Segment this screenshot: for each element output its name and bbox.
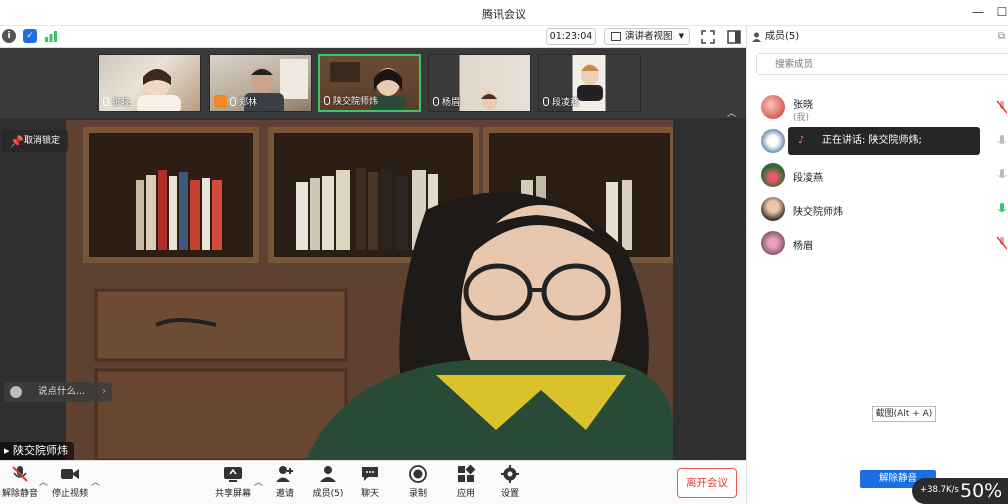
share-screen-button[interactable]: 共享屏幕 bbox=[214, 465, 252, 499]
bottom-toolbar: 解除静音 ︿ 停止视频 ︿ 共享屏幕 ︿ 邀请 成员(5) 聊天 录制 应用 设… bbox=[0, 460, 746, 504]
info-icon[interactable]: i bbox=[2, 29, 16, 43]
video-thumbnail[interactable]: 郑林 bbox=[209, 54, 312, 112]
chevron-up-icon[interactable]: ︿ bbox=[39, 475, 48, 488]
member-item[interactable]: 陕交院师炜 bbox=[747, 194, 1008, 224]
leave-meeting-button[interactable]: 离开会议 bbox=[677, 468, 737, 498]
members-panel-header: 成员(5) ⧉ bbox=[747, 26, 1008, 48]
emoji-icon[interactable] bbox=[10, 386, 22, 398]
mic-active-icon[interactable] bbox=[997, 202, 1007, 216]
network-badge: +38.7K/s 50% bbox=[912, 478, 1008, 504]
member-item[interactable]: 张晓 (我) bbox=[747, 92, 1008, 123]
view-mode-select[interactable]: 演讲者视图 ▼ bbox=[604, 28, 690, 45]
shield-icon[interactable]: ✓ bbox=[23, 29, 37, 43]
window-title: 腾讯会议 bbox=[482, 8, 526, 21]
gear-icon bbox=[501, 465, 519, 483]
stop-video-button[interactable]: 停止视频 bbox=[50, 465, 90, 499]
camera-icon bbox=[61, 469, 79, 479]
speaking-tooltip: ♪ 正在讲话: 陕交院师炜; bbox=[788, 127, 980, 155]
host-badge-icon bbox=[214, 95, 227, 108]
thumbnail-label: 郑林 bbox=[214, 95, 257, 108]
mic-icon bbox=[543, 97, 549, 106]
app-window: 腾讯会议 — ☐ i ✓ 01:23:04 演讲者视图 ▼ 张晓 郑林 陕交院师… bbox=[0, 0, 1008, 504]
mic-muted-icon[interactable] bbox=[997, 236, 1007, 250]
members-button[interactable]: 成员(5) bbox=[310, 465, 346, 499]
mic-muted-icon bbox=[433, 97, 439, 106]
title-bar: 腾讯会议 — ☐ bbox=[0, 0, 1008, 26]
members-icon bbox=[320, 466, 336, 482]
chat-button[interactable]: 聊天 bbox=[356, 465, 384, 499]
invite-button[interactable]: 邀请 bbox=[270, 465, 300, 499]
main-speaker-video bbox=[66, 120, 673, 460]
chat-icon bbox=[362, 467, 378, 481]
video-thumbnail[interactable]: 段凌燕 bbox=[538, 54, 641, 112]
popout-icon[interactable]: ⧉ bbox=[998, 26, 1005, 48]
signal-icon[interactable] bbox=[44, 29, 58, 43]
maximize-icon[interactable]: ☐ bbox=[994, 4, 1008, 20]
thumbnail-label: 杨眉 bbox=[433, 95, 460, 108]
mic-muted-icon[interactable] bbox=[997, 100, 1007, 114]
members-panel: 成员(5) ⧉ 张晓 (我) 段凌燕 陕交院师炜 杨眉 bbox=[746, 26, 1008, 504]
mic-icon: ▸ bbox=[4, 444, 10, 457]
avatar bbox=[761, 95, 785, 119]
status-bar: i ✓ 01:23:04 演讲者视图 ▼ bbox=[0, 26, 746, 48]
avatar bbox=[761, 197, 785, 221]
speaker-video-frame bbox=[66, 120, 673, 460]
add-user-icon bbox=[276, 466, 293, 482]
mic-icon bbox=[324, 96, 330, 105]
view-mode-label: 演讲者视图 bbox=[625, 31, 673, 42]
mic-icon[interactable] bbox=[997, 168, 1007, 182]
network-percent: 50% bbox=[960, 480, 1003, 502]
collapse-strip-icon[interactable]: ︿ bbox=[727, 106, 736, 119]
user-icon bbox=[752, 32, 761, 42]
apps-icon bbox=[458, 465, 476, 482]
mic-icon bbox=[230, 97, 236, 106]
avatar bbox=[761, 129, 785, 153]
record-button[interactable]: 录制 bbox=[404, 465, 432, 499]
sidebar-toggle-icon[interactable] bbox=[726, 29, 742, 45]
thumbnail-label: 张晓 bbox=[103, 95, 130, 108]
pin-icon: 📌 bbox=[10, 135, 24, 148]
mic-icon[interactable] bbox=[997, 134, 1007, 148]
member-item[interactable]: 杨眉 bbox=[747, 228, 1008, 258]
video-thumbnail[interactable]: 杨眉 bbox=[428, 54, 531, 112]
member-search-input[interactable] bbox=[756, 53, 1008, 75]
video-thumbnail[interactable]: 张晓 bbox=[98, 54, 201, 112]
thumbnail-label: 段凌燕 bbox=[543, 95, 579, 108]
chevron-up-icon[interactable]: ︿ bbox=[91, 475, 100, 488]
chevron-up-icon[interactable]: ︿ bbox=[254, 475, 263, 488]
grid-icon bbox=[611, 32, 621, 41]
chat-arrow-icon[interactable]: › bbox=[102, 382, 106, 402]
quick-chat-bar[interactable]: 说点什么... › bbox=[4, 382, 112, 402]
share-screen-icon bbox=[224, 467, 242, 482]
meeting-area: 张晓 郑林 陕交院师炜 杨眉 段凌燕 ︿ 📌 取消锁定 说点什么... › ▸ … bbox=[0, 48, 746, 460]
minimize-icon[interactable]: — bbox=[970, 4, 986, 20]
unlock-button[interactable]: 📌 取消锁定 bbox=[2, 130, 68, 152]
member-item[interactable]: 段凌燕 bbox=[747, 160, 1008, 190]
avatar bbox=[761, 163, 785, 187]
thumbnail-strip: 张晓 郑林 陕交院师炜 杨眉 段凌燕 ︿ bbox=[0, 48, 746, 119]
mic-muted-icon bbox=[103, 97, 109, 106]
settings-button[interactable]: 设置 bbox=[496, 465, 524, 499]
record-icon bbox=[409, 465, 427, 483]
screenshot-hint: 截图(Alt + A) bbox=[872, 406, 936, 422]
network-speed: +38.7K/s bbox=[920, 485, 959, 495]
avatar bbox=[761, 231, 785, 255]
unmute-button[interactable]: 解除静音 bbox=[2, 465, 38, 499]
speaker-name-label: ▸ 陕交院师炜 bbox=[0, 442, 75, 460]
caret-down-icon: ▼ bbox=[678, 32, 684, 40]
mic-muted-icon: ♪ bbox=[798, 135, 805, 146]
meeting-timer: 01:23:04 bbox=[546, 28, 596, 45]
video-thumbnail-active[interactable]: 陕交院师炜 bbox=[318, 54, 421, 112]
fullscreen-icon[interactable] bbox=[700, 29, 716, 45]
thumbnail-label: 陕交院师炜 bbox=[324, 94, 378, 107]
apps-button[interactable]: 应用 bbox=[452, 465, 480, 499]
mic-muted-icon bbox=[12, 466, 28, 482]
